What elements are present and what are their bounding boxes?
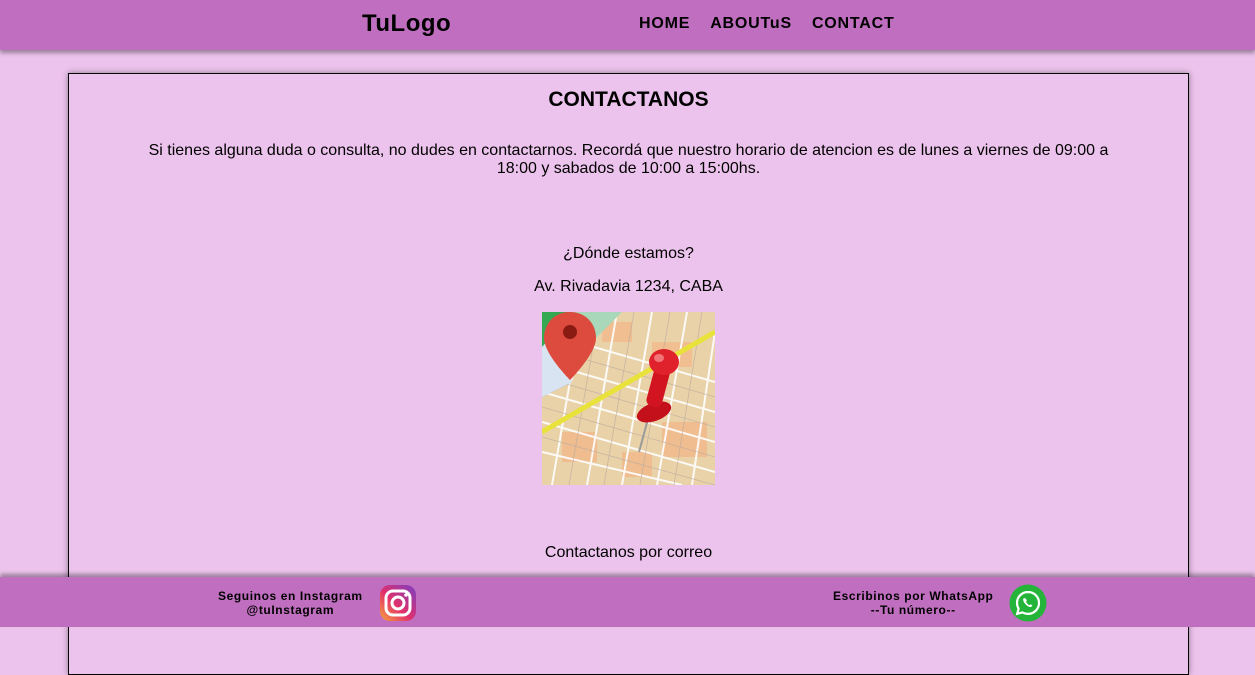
instagram-icon[interactable] bbox=[379, 584, 417, 622]
contact-intro-text: Si tienes alguna duda o consulta, no dud… bbox=[148, 142, 1109, 177]
main-nav: HOME ABOUTuS CONTACT bbox=[639, 15, 895, 33]
address-text: Av. Rivadavia 1234, CABA bbox=[534, 278, 723, 295]
whatsapp-label: Escribinos por WhatsApp bbox=[833, 589, 994, 603]
whatsapp-text: Escribinos por WhatsApp --Tu número-- bbox=[833, 589, 993, 617]
nav-contact-link[interactable]: CONTACT bbox=[812, 15, 895, 33]
page-title: CONTACTANOS bbox=[548, 88, 709, 111]
nav-about-link[interactable]: ABOUTuS bbox=[710, 15, 792, 33]
location-heading: ¿Dónde estamos? bbox=[563, 245, 694, 262]
site-header: TuLogo HOME ABOUTuS CONTACT bbox=[0, 0, 1255, 50]
instagram-label: Seguinos en Instagram bbox=[218, 589, 363, 603]
instagram-text: Seguinos en Instagram @tuInstagram bbox=[218, 589, 363, 617]
email-heading: Contactanos por correo bbox=[544, 544, 713, 561]
instagram-link[interactable]: Seguinos en Instagram @tuInstagram bbox=[218, 584, 417, 622]
site-logo[interactable]: TuLogo bbox=[362, 10, 451, 38]
map-image[interactable] bbox=[542, 312, 715, 485]
whatsapp-icon[interactable] bbox=[1009, 584, 1047, 622]
nav-home-link[interactable]: HOME bbox=[639, 15, 690, 33]
whatsapp-number: --Tu número-- bbox=[870, 603, 956, 617]
whatsapp-link[interactable]: Escribinos por WhatsApp --Tu número-- bbox=[833, 584, 1047, 622]
site-footer: Seguinos en Instagram @tuInstagram Escri… bbox=[0, 577, 1255, 627]
instagram-handle: @tuInstagram bbox=[246, 603, 335, 617]
